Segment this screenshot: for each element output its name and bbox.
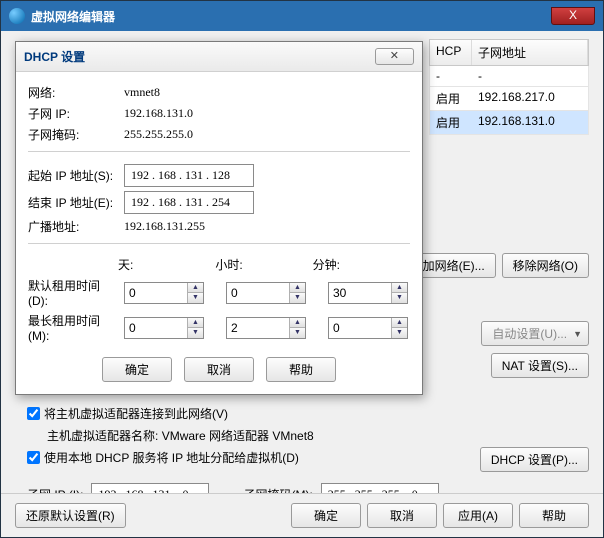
max-days-spinner[interactable]: ▲▼ bbox=[124, 317, 204, 339]
dhcp-cancel-button[interactable]: 取消 bbox=[184, 357, 254, 382]
default-lease-label: 默认租用时间(D): bbox=[28, 277, 118, 308]
broadcast-value: 192.168.131.255 bbox=[124, 219, 205, 234]
dhcp-dialog-title: DHCP 设置 bbox=[24, 48, 375, 65]
dhcp-ok-button[interactable]: 确定 bbox=[102, 357, 172, 382]
spin-up-icon[interactable]: ▲ bbox=[290, 318, 305, 329]
nat-settings-button[interactable]: NAT 设置(S)... bbox=[491, 353, 589, 378]
restore-defaults-button[interactable]: 还原默认设置(R) bbox=[15, 503, 126, 528]
network-value: vmnet8 bbox=[124, 85, 160, 100]
startip-label: 起始 IP 地址(S): bbox=[28, 167, 118, 184]
max-minutes-spinner[interactable]: ▲▼ bbox=[328, 317, 408, 339]
default-days-spinner[interactable]: ▲▼ bbox=[124, 282, 204, 304]
default-hours-spinner[interactable]: ▲▼ bbox=[226, 282, 306, 304]
help-button[interactable]: 帮助 bbox=[519, 503, 589, 528]
spin-down-icon[interactable]: ▼ bbox=[188, 328, 203, 338]
dhcp-help-button[interactable]: 帮助 bbox=[266, 357, 336, 382]
adapter-name-label: 主机虚拟适配器名称: bbox=[47, 429, 158, 443]
network-label: 网络: bbox=[28, 84, 118, 101]
spin-down-icon[interactable]: ▼ bbox=[290, 328, 305, 338]
spin-up-icon[interactable]: ▲ bbox=[290, 283, 305, 294]
subnetip-label: 子网 IP: bbox=[28, 105, 118, 122]
col-dhcp[interactable]: HCP bbox=[430, 40, 472, 65]
window-title: 虚拟网络编辑器 bbox=[31, 8, 551, 25]
spin-up-icon[interactable]: ▲ bbox=[188, 318, 203, 329]
use-dhcp-checkbox[interactable] bbox=[27, 451, 40, 464]
startip-input[interactable] bbox=[124, 164, 254, 187]
dhcp-dialog-body: 网络: vmnet8 子网 IP: 192.168.131.0 子网掩码: 255.2… bbox=[16, 72, 422, 394]
endip-input[interactable] bbox=[124, 191, 254, 214]
bottom-bar: 还原默认设置(R) 确定 取消 应用(A) 帮助 bbox=[1, 493, 603, 537]
connect-adapter-checkbox[interactable] bbox=[27, 407, 40, 420]
main-window: 虚拟网络编辑器 X HCP 子网地址 - - 启用 192.168.217.0 … bbox=[0, 0, 604, 538]
dhcp-settings-button[interactable]: DHCP 设置(P)... bbox=[480, 447, 589, 472]
adapter-name-value: VMware 网络适配器 VMnet8 bbox=[162, 429, 314, 443]
table-row[interactable]: 启用 192.168.131.0 bbox=[429, 111, 589, 135]
spin-down-icon[interactable]: ▼ bbox=[290, 293, 305, 303]
broadcast-label: 广播地址: bbox=[28, 218, 118, 235]
subnetmask-value: 255.255.255.0 bbox=[124, 127, 193, 142]
table-row[interactable]: 启用 192.168.217.0 bbox=[429, 87, 589, 111]
spin-down-icon[interactable]: ▼ bbox=[392, 293, 407, 303]
days-label: 天: bbox=[118, 256, 215, 273]
apply-button[interactable]: 应用(A) bbox=[443, 503, 513, 528]
dhcp-dialog-header[interactable]: DHCP 设置 ✕ bbox=[16, 42, 422, 72]
table-row[interactable]: - - bbox=[429, 66, 589, 87]
network-table: HCP 子网地址 - - 启用 192.168.217.0 启用 192.168… bbox=[429, 39, 589, 135]
hours-label: 小时: bbox=[215, 256, 312, 273]
cancel-button[interactable]: 取消 bbox=[367, 503, 437, 528]
spin-down-icon[interactable]: ▼ bbox=[392, 328, 407, 338]
col-subnet[interactable]: 子网地址 bbox=[472, 40, 588, 65]
table-header[interactable]: HCP 子网地址 bbox=[429, 39, 589, 66]
default-minutes-spinner[interactable]: ▲▼ bbox=[328, 282, 408, 304]
titlebar[interactable]: 虚拟网络编辑器 X bbox=[1, 1, 603, 31]
max-lease-label: 最长租用时间(M): bbox=[28, 312, 118, 343]
spin-up-icon[interactable]: ▲ bbox=[392, 318, 407, 329]
connect-adapter-label: 将主机虚拟适配器连接到此网络(V) bbox=[44, 405, 228, 422]
spin-down-icon[interactable]: ▼ bbox=[188, 293, 203, 303]
use-dhcp-label: 使用本地 DHCP 服务将 IP 地址分配给虚拟机(D) bbox=[44, 449, 299, 466]
spin-up-icon[interactable]: ▲ bbox=[188, 283, 203, 294]
auto-settings-combo[interactable]: 自动设置(U)... ▼ bbox=[481, 321, 589, 346]
client-area: HCP 子网地址 - - 启用 192.168.217.0 启用 192.168… bbox=[1, 31, 603, 537]
app-icon bbox=[9, 8, 25, 24]
minutes-label: 分钟: bbox=[313, 256, 410, 273]
remove-network-button[interactable]: 移除网络(O) bbox=[502, 253, 589, 278]
dhcp-dialog: DHCP 设置 ✕ 网络: vmnet8 子网 IP: 192.168.131.0 … bbox=[15, 41, 423, 395]
close-icon[interactable]: X bbox=[551, 7, 595, 25]
endip-label: 结束 IP 地址(E): bbox=[28, 194, 118, 211]
subnetip-value: 192.168.131.0 bbox=[124, 106, 193, 121]
subnetmask-label: 子网掩码: bbox=[28, 126, 118, 143]
dhcp-close-icon[interactable]: ✕ bbox=[375, 48, 414, 65]
chevron-down-icon: ▼ bbox=[573, 329, 582, 339]
max-hours-spinner[interactable]: ▲▼ bbox=[226, 317, 306, 339]
spin-up-icon[interactable]: ▲ bbox=[392, 283, 407, 294]
ok-button[interactable]: 确定 bbox=[291, 503, 361, 528]
